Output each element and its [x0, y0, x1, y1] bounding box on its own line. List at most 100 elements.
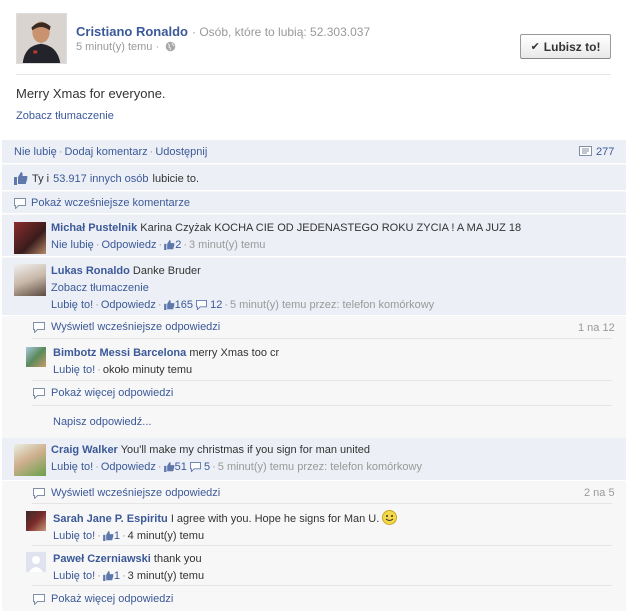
reply-range: 1 na 12: [578, 322, 615, 334]
reply-bubble-icon: [196, 300, 207, 310]
see-translation-link[interactable]: Zobacz tłumaczenie: [16, 110, 114, 122]
reply-like-link[interactable]: Lubię to!: [53, 530, 95, 542]
thumbs-up-icon: [102, 531, 114, 541]
reply-divider: [32, 380, 612, 381]
avatar[interactable]: [26, 347, 46, 367]
post-message: Merry Xmas for everyone.: [16, 86, 166, 101]
show-more-replies-link[interactable]: Pokaż więcej odpowiedzi: [51, 593, 173, 605]
avatar[interactable]: [14, 444, 46, 476]
page-avatar[interactable]: [16, 13, 67, 64]
reply-author[interactable]: Sarah Jane P. Espiritu: [53, 513, 168, 525]
comment-reply-link[interactable]: Odpowiedz: [101, 239, 156, 251]
avatar[interactable]: [14, 264, 46, 296]
reply-bubble-icon: [189, 462, 201, 472]
comments-count[interactable]: 277: [579, 146, 614, 158]
comment-body: Michał Pustelnik Karina Czyżak KOCHA CIE…: [51, 222, 522, 251]
show-previous-replies-link[interactable]: Wyświetl wcześniejsze odpowiedzi: [51, 321, 220, 333]
reply-author[interactable]: Bimbotz Messi Barcelona: [53, 347, 186, 359]
likes-summary: Ty i 53.917 innych osób lubicie to.: [14, 172, 199, 185]
comment-author[interactable]: Craig Walker: [51, 444, 118, 456]
reply-body: Paweł Czerniawski thank you Lubię to! · 1 ·…: [53, 553, 205, 582]
reply-author[interactable]: Paweł Czerniawski: [53, 553, 151, 565]
reply-range: 2 na 5: [584, 487, 615, 499]
comment-body: Craig Walker You'll make my christmas if…: [51, 444, 422, 473]
comment-icon: [579, 146, 592, 156]
reply-divider: [32, 545, 612, 546]
comment-time: 5 minut(y) temu przez: telefon komórkowy: [230, 299, 435, 311]
show-more-replies[interactable]: Pokaż więcej odpowiedzi: [33, 593, 173, 605]
show-previous-replies[interactable]: Wyświetl wcześniejsze odpowiedzi: [33, 487, 220, 499]
comment-body: Lukas Ronaldo Danke Bruder Zobacz tłumac…: [51, 265, 435, 311]
reply-time: 4 minut(y) temu: [127, 530, 205, 542]
comment-text: Karina Czyżak KOCHA CIE OD JEDENASTEGO R…: [140, 222, 522, 234]
reply-text: I agree with you. Hope he signs for Man …: [170, 513, 380, 525]
reply-like-link[interactable]: Lubię to!: [53, 570, 95, 582]
reply-bubble-icon: [33, 487, 45, 499]
thumbs-up-icon: [163, 300, 175, 310]
thumbs-up-icon: [102, 571, 114, 581]
comment-bubble-icon: [14, 197, 26, 209]
share-link[interactable]: Udostępnij: [155, 146, 207, 158]
comment-text: Danke Bruder: [132, 265, 201, 277]
thumbs-up-icon: [164, 240, 175, 250]
thumbs-up-icon: [163, 462, 175, 472]
reply-text: thank you: [153, 553, 202, 565]
reply-likes-count[interactable]: 1: [102, 570, 120, 582]
show-previous-replies[interactable]: Wyświetl wcześniejsze odpowiedzi: [33, 321, 220, 333]
comment-likes-count[interactable]: 51: [163, 461, 187, 473]
comment-replies-count[interactable]: 12: [196, 299, 222, 311]
likes-others-link[interactable]: 53.917 innych osób: [53, 173, 148, 185]
show-more-replies-link[interactable]: Pokaż więcej odpowiedzi: [51, 387, 173, 399]
globe-icon: [165, 41, 176, 52]
show-previous-replies-link[interactable]: Wyświetl wcześniejsze odpowiedzi: [51, 487, 220, 499]
comment-like-link[interactable]: Lubię to!: [51, 461, 93, 473]
comment-like-link[interactable]: Lubię to!: [51, 299, 93, 311]
reply-body: Sarah Jane P. Espiritu I agree with you.…: [53, 510, 398, 545]
reply-divider: [32, 405, 612, 406]
reply-bubble-icon: [33, 321, 45, 333]
comment-time: 5 minut(y) temu przez: telefon komórkowy: [217, 461, 422, 473]
check-icon: ✔: [530, 41, 540, 53]
reply-likes-count[interactable]: 1: [102, 530, 120, 542]
reply-like-link[interactable]: Lubię to!: [53, 364, 95, 376]
reply-divider: [32, 338, 612, 339]
comment-like-link[interactable]: Nie lubię: [51, 239, 94, 251]
reply-bubble-icon: [33, 387, 45, 399]
replies-section: [2, 482, 626, 611]
add-comment-link[interactable]: Dodaj komentarz: [64, 146, 147, 158]
avatar[interactable]: [14, 222, 46, 254]
header-divider: [16, 74, 611, 75]
likes-you: Ty i: [32, 172, 50, 185]
comment-author[interactable]: Lukas Ronaldo: [51, 265, 130, 277]
smiley-icon: [382, 510, 398, 525]
comment-replies-count[interactable]: 5: [189, 461, 210, 473]
reply-divider: [32, 503, 612, 504]
avatar[interactable]: [26, 552, 46, 572]
reply-bubble-icon: [33, 593, 45, 605]
comment-author[interactable]: Michał Pustelnik: [51, 222, 137, 234]
write-reply-link[interactable]: Napisz odpowiedź...: [53, 416, 151, 428]
comment-time[interactable]: 3 minut(y) temu: [189, 239, 265, 251]
like-page-label: Lubisz to!: [543, 39, 601, 54]
show-previous-comments-link[interactable]: Pokaż wcześniejsze komentarze: [31, 197, 190, 209]
page-likes-count: · Osób, które to lubią: 52.303.037: [192, 25, 371, 39]
thumbs-up-icon: [14, 172, 28, 185]
comment-likes-count[interactable]: 2: [164, 239, 181, 251]
comment-likes-count[interactable]: 165: [163, 299, 193, 311]
comment-text: You'll make my christmas if you sign for…: [120, 444, 371, 456]
show-more-replies[interactable]: Pokaż więcej odpowiedzi: [33, 387, 173, 399]
avatar[interactable]: [26, 511, 46, 531]
show-previous-comments[interactable]: Pokaż wcześniejsze komentarze: [14, 197, 190, 209]
comment-reply-link[interactable]: Odpowiedz: [101, 299, 156, 311]
reply-text: merry Xmas too cr: [189, 347, 280, 359]
likes-suffix: lubicie to.: [152, 172, 200, 185]
unlike-link[interactable]: Nie lubię: [14, 146, 57, 158]
reply-divider: [32, 585, 612, 586]
see-translation-link[interactable]: Zobacz tłumaczenie: [51, 282, 149, 294]
page-name[interactable]: Cristiano Ronaldo: [76, 24, 188, 39]
reply-time: 3 minut(y) temu: [127, 570, 205, 582]
like-page-button[interactable]: ✔ Lubisz to!: [520, 34, 611, 59]
post-time-text[interactable]: 5 minut(y) temu ·: [76, 41, 159, 53]
comments-count-value: 277: [596, 146, 615, 158]
comment-reply-link[interactable]: Odpowiedz: [101, 461, 156, 473]
